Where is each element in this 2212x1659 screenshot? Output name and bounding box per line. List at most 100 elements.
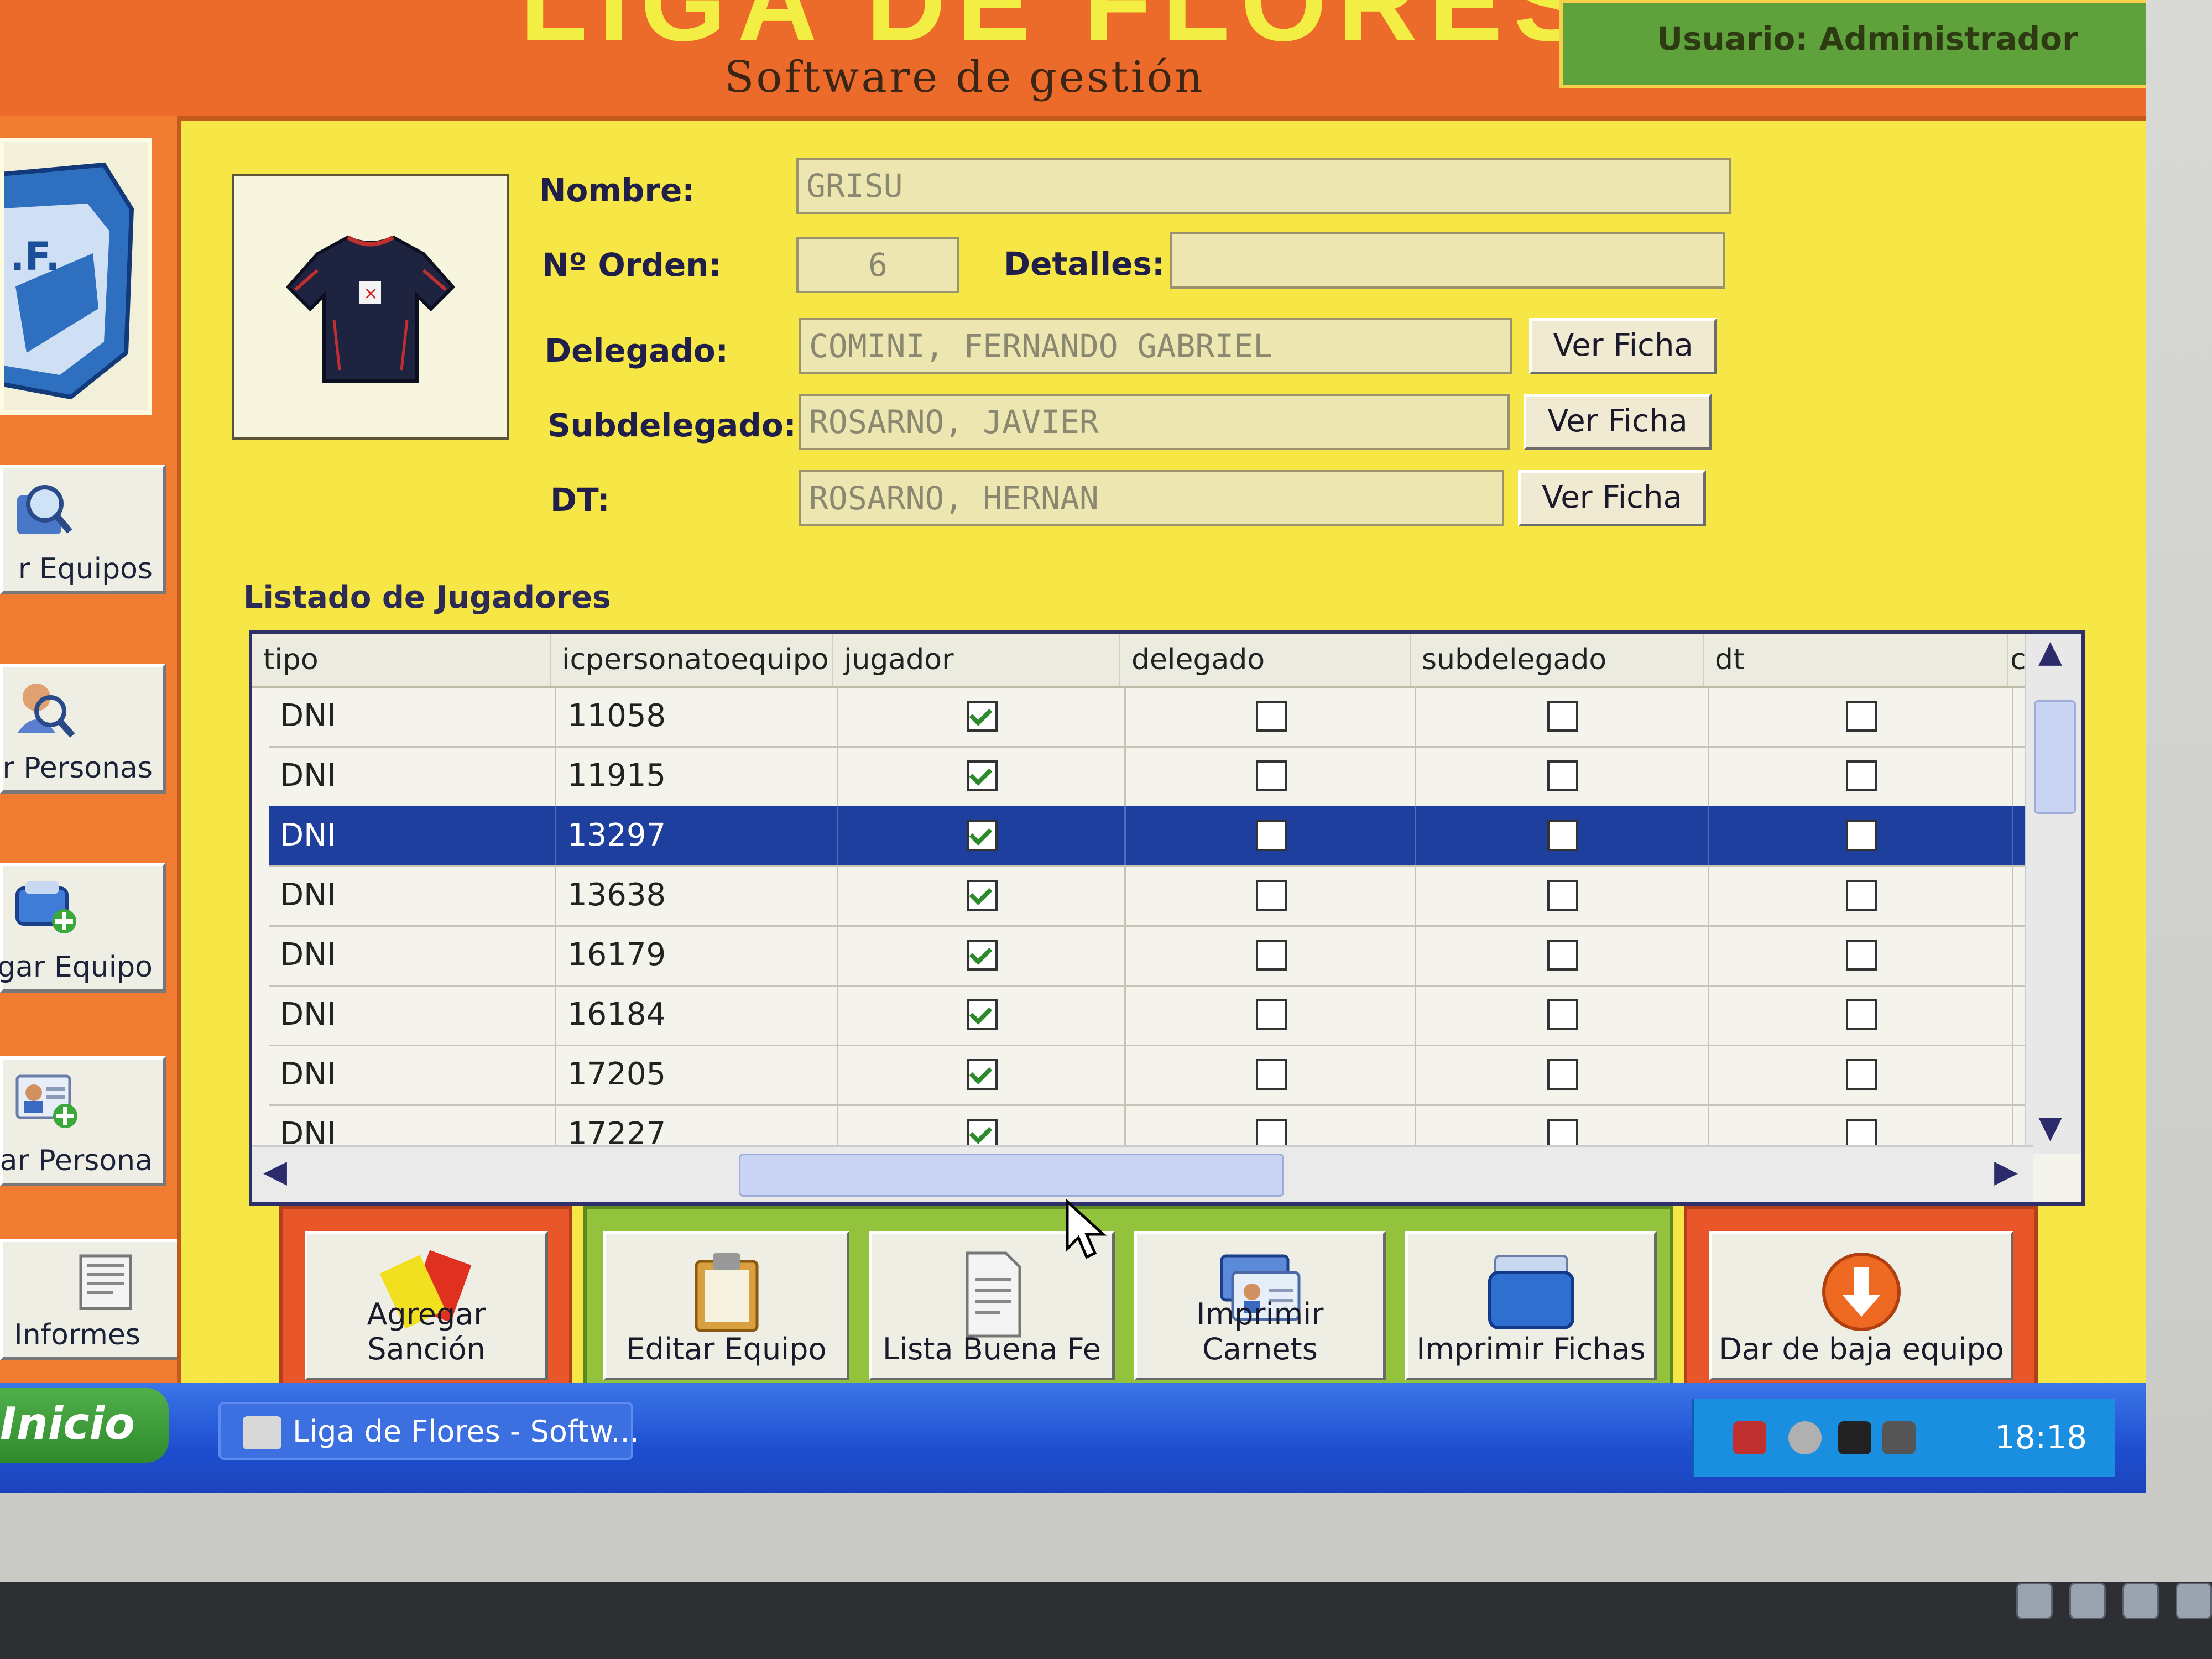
table-row[interactable]: DNI 17205 xyxy=(269,1045,2033,1106)
cell-delegado xyxy=(1126,746,1416,806)
scroll-left-icon[interactable]: ◀ xyxy=(263,1154,287,1190)
ver-ficha-dt-button[interactable]: Ver Ficha xyxy=(1518,470,1706,526)
scroll-up-icon[interactable]: ▲ xyxy=(2038,634,2062,670)
subdelegado-checkbox[interactable] xyxy=(1547,880,1578,911)
dt-checkbox[interactable] xyxy=(1846,880,1877,911)
league-logo: .F. xyxy=(0,138,152,415)
jugador-checkbox[interactable] xyxy=(967,940,998,971)
delegado-checkbox[interactable] xyxy=(1255,1059,1287,1090)
mouse-cursor-icon xyxy=(1066,1199,1107,1259)
delegado-field[interactable]: COMINI, FERNANDO GABRIEL xyxy=(799,318,1512,374)
monitor-button-icon[interactable] xyxy=(2122,1583,2159,1619)
ver-ficha-subdelegado-button[interactable]: Ver Ficha xyxy=(1524,394,1712,450)
scroll-down-icon[interactable]: ▼ xyxy=(2038,1109,2062,1145)
cell-tipo: DNI xyxy=(269,686,556,746)
sidebar-item-agregar-equipo[interactable]: egar Equipo xyxy=(0,863,166,993)
nombre-field[interactable]: GRISU xyxy=(796,158,1731,214)
dt-checkbox[interactable] xyxy=(1846,999,1877,1030)
sidebar-item-buscar-personas[interactable]: ar Personas xyxy=(0,664,166,794)
cell-subdelegado xyxy=(1416,686,1709,746)
subdelegado-field[interactable]: ROSARNO, JAVIER xyxy=(799,394,1510,450)
remove-team-group: Dar de baja equipo xyxy=(1684,1206,2038,1405)
editar-equipo-button[interactable]: Editar Equipo xyxy=(603,1231,849,1380)
column-header-delegado[interactable]: delegado xyxy=(1120,634,1411,686)
ver-ficha-delegado-button[interactable]: Ver Ficha xyxy=(1529,318,1717,374)
imprimir-carnets-button[interactable]: Imprimir Carnets xyxy=(1134,1231,1386,1380)
delegado-checkbox[interactable] xyxy=(1255,940,1287,971)
delegado-checkbox[interactable] xyxy=(1255,880,1287,911)
jugador-checkbox[interactable] xyxy=(967,820,998,851)
jugador-checkbox[interactable] xyxy=(967,880,998,911)
cell-id: 16179 xyxy=(556,925,838,985)
horizontal-scrollbar[interactable]: ◀ ▶ xyxy=(252,1145,2033,1202)
cell-id: 13297 xyxy=(556,806,838,865)
cell-delegado xyxy=(1126,806,1416,865)
dt-checkbox[interactable] xyxy=(1846,760,1877,791)
jugador-checkbox[interactable] xyxy=(967,701,998,732)
dt-checkbox[interactable] xyxy=(1846,1059,1877,1090)
subdelegado-checkbox[interactable] xyxy=(1547,820,1578,851)
jugador-checkbox[interactable] xyxy=(967,999,998,1030)
horizontal-scroll-thumb[interactable] xyxy=(739,1154,1284,1197)
jugador-checkbox[interactable] xyxy=(967,760,998,791)
taskbar-item-app[interactable]: Liga de Flores - Softw... xyxy=(218,1402,639,1460)
scroll-right-icon[interactable]: ▶ xyxy=(1994,1154,2018,1190)
report-icon xyxy=(75,1253,136,1316)
monitor-button-icon[interactable] xyxy=(2016,1583,2053,1619)
vertical-scroll-thumb[interactable] xyxy=(2034,700,2076,814)
subdelegado-checkbox[interactable] xyxy=(1547,999,1578,1030)
agregar-sancion-button[interactable]: Agregar Sanción xyxy=(305,1231,548,1380)
table-row[interactable]: DNI 11915 xyxy=(269,746,2033,807)
table-row[interactable]: DNI 11058 xyxy=(269,686,2033,748)
subdelegado-checkbox[interactable] xyxy=(1547,940,1578,971)
delegado-checkbox[interactable] xyxy=(1255,701,1287,732)
add-person-icon xyxy=(14,1071,81,1134)
table-row[interactable]: DNI 16179 xyxy=(269,925,2033,987)
subdelegado-checkbox[interactable] xyxy=(1547,701,1578,732)
monitor-button-icon[interactable] xyxy=(2069,1583,2106,1619)
cell-jugador xyxy=(838,925,1126,985)
dar-de-baja-button[interactable]: Dar de baja equipo xyxy=(1709,1231,2013,1380)
app-icon xyxy=(243,1416,281,1449)
start-button[interactable]: Inicio xyxy=(0,1388,169,1463)
imprimir-fichas-button[interactable]: Imprimir Fichas xyxy=(1405,1231,1657,1380)
security-shield-icon[interactable] xyxy=(1733,1421,1766,1454)
sidebar-item-agregar-persona[interactable]: regar Persona xyxy=(0,1056,166,1186)
table-row[interactable]: DNI 16184 xyxy=(269,985,2033,1046)
subdelegado-checkbox[interactable] xyxy=(1547,760,1578,791)
sidebar-item-buscar-equipos[interactable]: r Equipos xyxy=(0,465,166,594)
network-icon[interactable] xyxy=(1788,1421,1822,1454)
column-header-tipo[interactable]: tipo xyxy=(252,634,551,686)
imprimir-carnets-label: Imprimir Carnets xyxy=(1196,1297,1324,1366)
monitor-button-icon[interactable] xyxy=(2176,1583,2212,1619)
column-header-dt[interactable]: dt xyxy=(1704,634,2008,686)
document-icon xyxy=(956,1250,1028,1341)
table-row[interactable]: DNI 13297 xyxy=(269,806,2033,867)
column-header-subdelegado[interactable]: subdelegado xyxy=(1411,634,1704,686)
monitor-icon[interactable] xyxy=(1882,1421,1916,1454)
sidebar-item-label: regar Persona xyxy=(0,1144,153,1177)
subdelegado-checkbox[interactable] xyxy=(1547,1059,1578,1090)
clipboard-icon xyxy=(691,1250,763,1335)
jugador-checkbox[interactable] xyxy=(967,1059,998,1090)
dt-checkbox[interactable] xyxy=(1846,940,1877,971)
dt-checkbox[interactable] xyxy=(1846,820,1877,851)
dt-field[interactable]: ROSARNO, HERNAN xyxy=(799,470,1504,526)
column-header-icpersonatoequipo[interactable]: icpersonatoequipo xyxy=(551,634,833,686)
delegado-checkbox[interactable] xyxy=(1255,999,1287,1030)
search-team-icon xyxy=(14,479,75,542)
monitor-bezel xyxy=(0,1582,2212,1659)
delegado-checkbox[interactable] xyxy=(1255,820,1287,851)
cell-dt xyxy=(1709,1045,2013,1104)
folder-stack-icon xyxy=(1484,1250,1578,1335)
column-header-jugador[interactable]: jugador xyxy=(833,634,1120,686)
orden-field[interactable]: 6 xyxy=(796,237,959,293)
table-row[interactable]: DNI 13638 xyxy=(269,865,2033,927)
dt-checkbox[interactable] xyxy=(1846,701,1877,732)
cell-subdelegado xyxy=(1416,865,1709,925)
detalles-field[interactable] xyxy=(1170,232,1725,289)
label-detalles: Detalles: xyxy=(1004,245,1165,283)
media-icon[interactable] xyxy=(1838,1421,1871,1454)
vertical-scrollbar[interactable]: ▲ ▼ xyxy=(2025,634,2081,1154)
delegado-checkbox[interactable] xyxy=(1255,760,1287,791)
